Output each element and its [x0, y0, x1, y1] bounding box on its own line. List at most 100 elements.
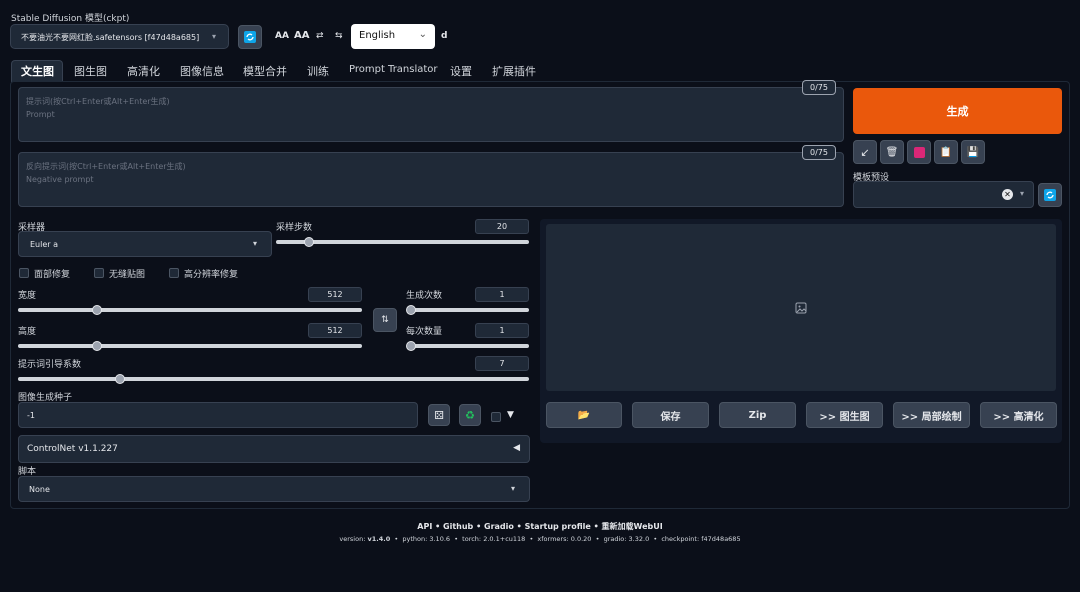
checkpoint-dropdown[interactable]: 不要油光不要网红脸.safetensors [f47d48a685] ▾ [10, 24, 229, 49]
send-to-inpaint-button[interactable]: >> 局部绘制 [893, 402, 970, 428]
read-params-button[interactable]: ↙ [853, 140, 877, 164]
footer-versions: version: v1.4.0 • python: 3.10.6 • torch… [0, 535, 1080, 543]
width-label: 宽度 [18, 291, 37, 301]
checkpoint-key: checkpoint: [661, 535, 700, 543]
triangle-down-icon[interactable]: ▼ [507, 410, 514, 420]
refresh-styles-button[interactable] [1038, 183, 1062, 207]
footer-separator: • [454, 535, 459, 543]
face-restore-label: 面部修复 [34, 270, 71, 280]
face-restore-checkbox[interactable] [19, 268, 29, 278]
checkpoint-hash-value: f47d48a685 [701, 535, 741, 543]
generate-button[interactable]: 生成 [853, 88, 1062, 134]
triangle-left-icon: ◀ [513, 443, 520, 453]
apply-style-button[interactable]: 📋 [934, 140, 958, 164]
footer-link-github[interactable]: Github [443, 522, 473, 531]
script-dropdown[interactable]: None ▾ [18, 476, 530, 502]
font-small-button[interactable]: AA [275, 31, 289, 41]
negative-prompt-textarea[interactable]: 反向提示词(按Ctrl+Enter或Alt+Enter生成) Negative … [18, 152, 844, 207]
tab-txt2img[interactable]: 文生图 [21, 63, 54, 79]
footer-link-gradio[interactable]: Gradio [484, 522, 514, 531]
reuse-seed-button[interactable]: ♻ [459, 404, 481, 426]
steps-slider-thumb[interactable] [303, 237, 314, 247]
tab-prompt-translator[interactable]: Prompt Translator [349, 64, 438, 75]
sampler-dropdown[interactable]: Euler a ▾ [18, 231, 272, 257]
batch-count-slider[interactable] [406, 305, 529, 315]
controlnet-accordion[interactable]: ControlNet v1.1.227 ◀ [18, 435, 530, 463]
translate-icon[interactable]: ⇆ [335, 31, 343, 41]
tab-png-info[interactable]: 图像信息 [180, 63, 224, 79]
random-seed-button[interactable]: ⚄ [428, 404, 450, 426]
save-icon: 💾 [966, 146, 980, 158]
steps-number[interactable]: 20 [475, 219, 529, 234]
steps-label: 采样步数 [276, 223, 313, 233]
height-slider[interactable] [18, 341, 362, 351]
height-number[interactable]: 512 [308, 323, 362, 338]
footer-link-startup-profile[interactable]: Startup profile [525, 522, 591, 531]
footer-link-reload-ui[interactable]: 重新加载WebUI [602, 522, 663, 531]
language-value: English [359, 30, 396, 41]
clipboard-icon: 📋 [939, 146, 953, 158]
xformers-value: 0.0.20 [570, 535, 592, 543]
refresh-checkpoint-button[interactable] [238, 25, 262, 49]
steps-slider[interactable] [276, 237, 529, 247]
swap-dimensions-button[interactable]: ⇅ [373, 308, 397, 332]
zip-button[interactable]: Zip [719, 402, 796, 428]
tab-settings[interactable]: 设置 [450, 63, 472, 79]
seed-input[interactable]: -1 [18, 402, 418, 428]
width-slider[interactable] [18, 305, 362, 315]
height-label: 高度 [18, 327, 37, 337]
chevron-down-icon: ▾ [211, 32, 216, 41]
clear-icon[interactable]: ✕ [1002, 189, 1013, 200]
hires-fix-checkbox[interactable] [169, 268, 179, 278]
footer-links: API • Github • Gradio • Startup profile … [0, 521, 1080, 532]
batch-count-number[interactable]: 1 [475, 287, 529, 302]
checkpoint-label: Stable Diffusion 模型(ckpt) [11, 14, 130, 24]
dice-icon: ⚄ [434, 408, 444, 422]
footer-separator: • [435, 522, 441, 531]
font-large-button[interactable]: AA [294, 30, 309, 41]
width-number[interactable]: 512 [308, 287, 362, 302]
batch-size-slider-thumb[interactable] [406, 341, 416, 351]
gradio-key: gradio: [603, 535, 627, 543]
batch-size-slider[interactable] [406, 341, 529, 351]
footer-separator: • [595, 535, 600, 543]
save-button[interactable]: 保存 [632, 402, 709, 428]
torch-value: 2.0.1+cu118 [483, 535, 526, 543]
version-key: version: [339, 535, 366, 543]
arrow-icon: ↙ [860, 145, 870, 159]
tab-train[interactable]: 训练 [307, 63, 329, 79]
tiling-label: 无缝贴图 [109, 270, 146, 280]
tab-extras[interactable]: 高清化 [127, 63, 160, 79]
batch-size-label: 每次数量 [406, 327, 443, 337]
save-style-button[interactable]: 💾 [961, 140, 985, 164]
open-folder-button[interactable]: 📂 [546, 402, 622, 428]
tab-extensions[interactable]: 扩展插件 [492, 63, 536, 79]
language-select[interactable]: English ⌄ [351, 24, 435, 49]
torch-key: torch: [462, 535, 482, 543]
pink-square-icon [913, 146, 925, 158]
batch-size-number[interactable]: 1 [475, 323, 529, 338]
send-to-extras-button[interactable]: >> 高清化 [980, 402, 1057, 428]
script-value: None [29, 485, 50, 494]
batch-count-slider-thumb[interactable] [406, 305, 416, 315]
negative-prompt-placeholder: 反向提示词(按Ctrl+Enter或Alt+Enter生成) [26, 162, 186, 171]
swap-icon[interactable]: ⇄ [316, 31, 324, 41]
extra-networks-button[interactable] [907, 140, 931, 164]
chevron-down-icon: ⌄ [418, 29, 427, 40]
send-to-img2img-button[interactable]: >> 图生图 [806, 402, 883, 428]
cfg-slider[interactable] [18, 374, 529, 384]
prompt-textarea[interactable]: 提示词(按Ctrl+Enter或Alt+Enter生成) Prompt [18, 87, 844, 142]
negative-prompt-sub: Negative prompt [26, 175, 94, 184]
cfg-number[interactable]: 7 [475, 356, 529, 371]
clear-prompt-button[interactable]: 🗑 [880, 140, 904, 164]
tab-img2img[interactable]: 图生图 [74, 63, 107, 79]
refresh-icon [244, 31, 256, 43]
footer-link-api[interactable]: API [417, 522, 432, 531]
tab-merge[interactable]: 模型合并 [243, 63, 287, 79]
styles-dropdown[interactable]: ✕ ▾ [853, 181, 1034, 208]
tiling-checkbox[interactable] [94, 268, 104, 278]
chevron-down-icon: ▾ [510, 484, 515, 493]
extra-seed-checkbox[interactable] [491, 412, 501, 422]
seed-value: -1 [27, 411, 35, 420]
checkpoint-value: 不要油光不要网红脸.safetensors [f47d48a685] [21, 33, 200, 42]
